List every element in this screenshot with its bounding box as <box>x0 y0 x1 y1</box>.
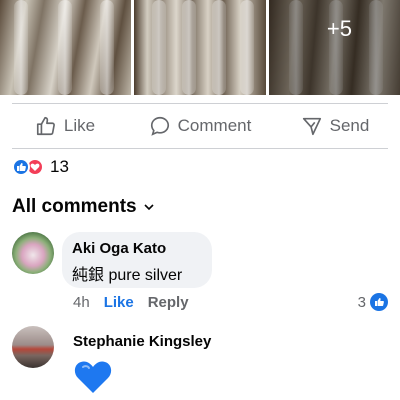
comment-author[interactable]: Aki Oga Kato <box>72 240 202 257</box>
comment-label: Comment <box>177 116 252 135</box>
like-reaction-icon <box>370 293 388 311</box>
photo-3-more[interactable] <box>268 0 400 95</box>
photo-grid <box>0 0 400 95</box>
divider <box>12 103 388 104</box>
comment-filter-dropdown[interactable]: All comments <box>12 196 155 218</box>
send-button[interactable]: Send <box>270 115 400 137</box>
comment-time: 4h <box>73 294 90 311</box>
comment-button[interactable]: Comment <box>130 115 270 137</box>
comment-text: 純銀 pure silver <box>72 267 183 284</box>
comment-bubble[interactable]: Aki Oga Kato 純銀 pure silver <box>62 232 212 288</box>
avatar[interactable] <box>12 232 54 274</box>
comment-reaction-summary[interactable]: 3 <box>358 293 388 311</box>
comment-like-button[interactable]: Like <box>104 294 134 311</box>
like-label: Like <box>63 116 96 135</box>
reaction-count: 13 <box>50 157 69 176</box>
comment-author[interactable]: Stephanie Kingsley <box>73 333 211 350</box>
comment-filter-label: All comments <box>12 196 137 217</box>
photo-2[interactable] <box>134 0 266 95</box>
chevron-down-icon <box>144 204 154 211</box>
like-reaction-icon <box>12 158 30 176</box>
reaction-summary[interactable]: 13 <box>12 156 69 178</box>
photo-1[interactable] <box>0 0 132 95</box>
more-photos-count[interactable]: +5 <box>327 16 352 42</box>
post-actions: Like Comment Send <box>0 106 400 146</box>
avatar[interactable] <box>12 326 54 368</box>
comment-meta: 4h Like Reply <box>73 294 189 311</box>
like-button[interactable]: Like <box>0 115 130 137</box>
comment-reply-button[interactable]: Reply <box>148 294 189 311</box>
send-icon <box>302 117 321 136</box>
divider <box>12 148 388 149</box>
comment-icon <box>150 116 169 136</box>
blue-heart-icon <box>74 361 112 393</box>
send-label: Send <box>329 116 370 135</box>
thumbs-up-icon <box>36 116 55 136</box>
comment-reaction-count: 3 <box>357 293 366 311</box>
